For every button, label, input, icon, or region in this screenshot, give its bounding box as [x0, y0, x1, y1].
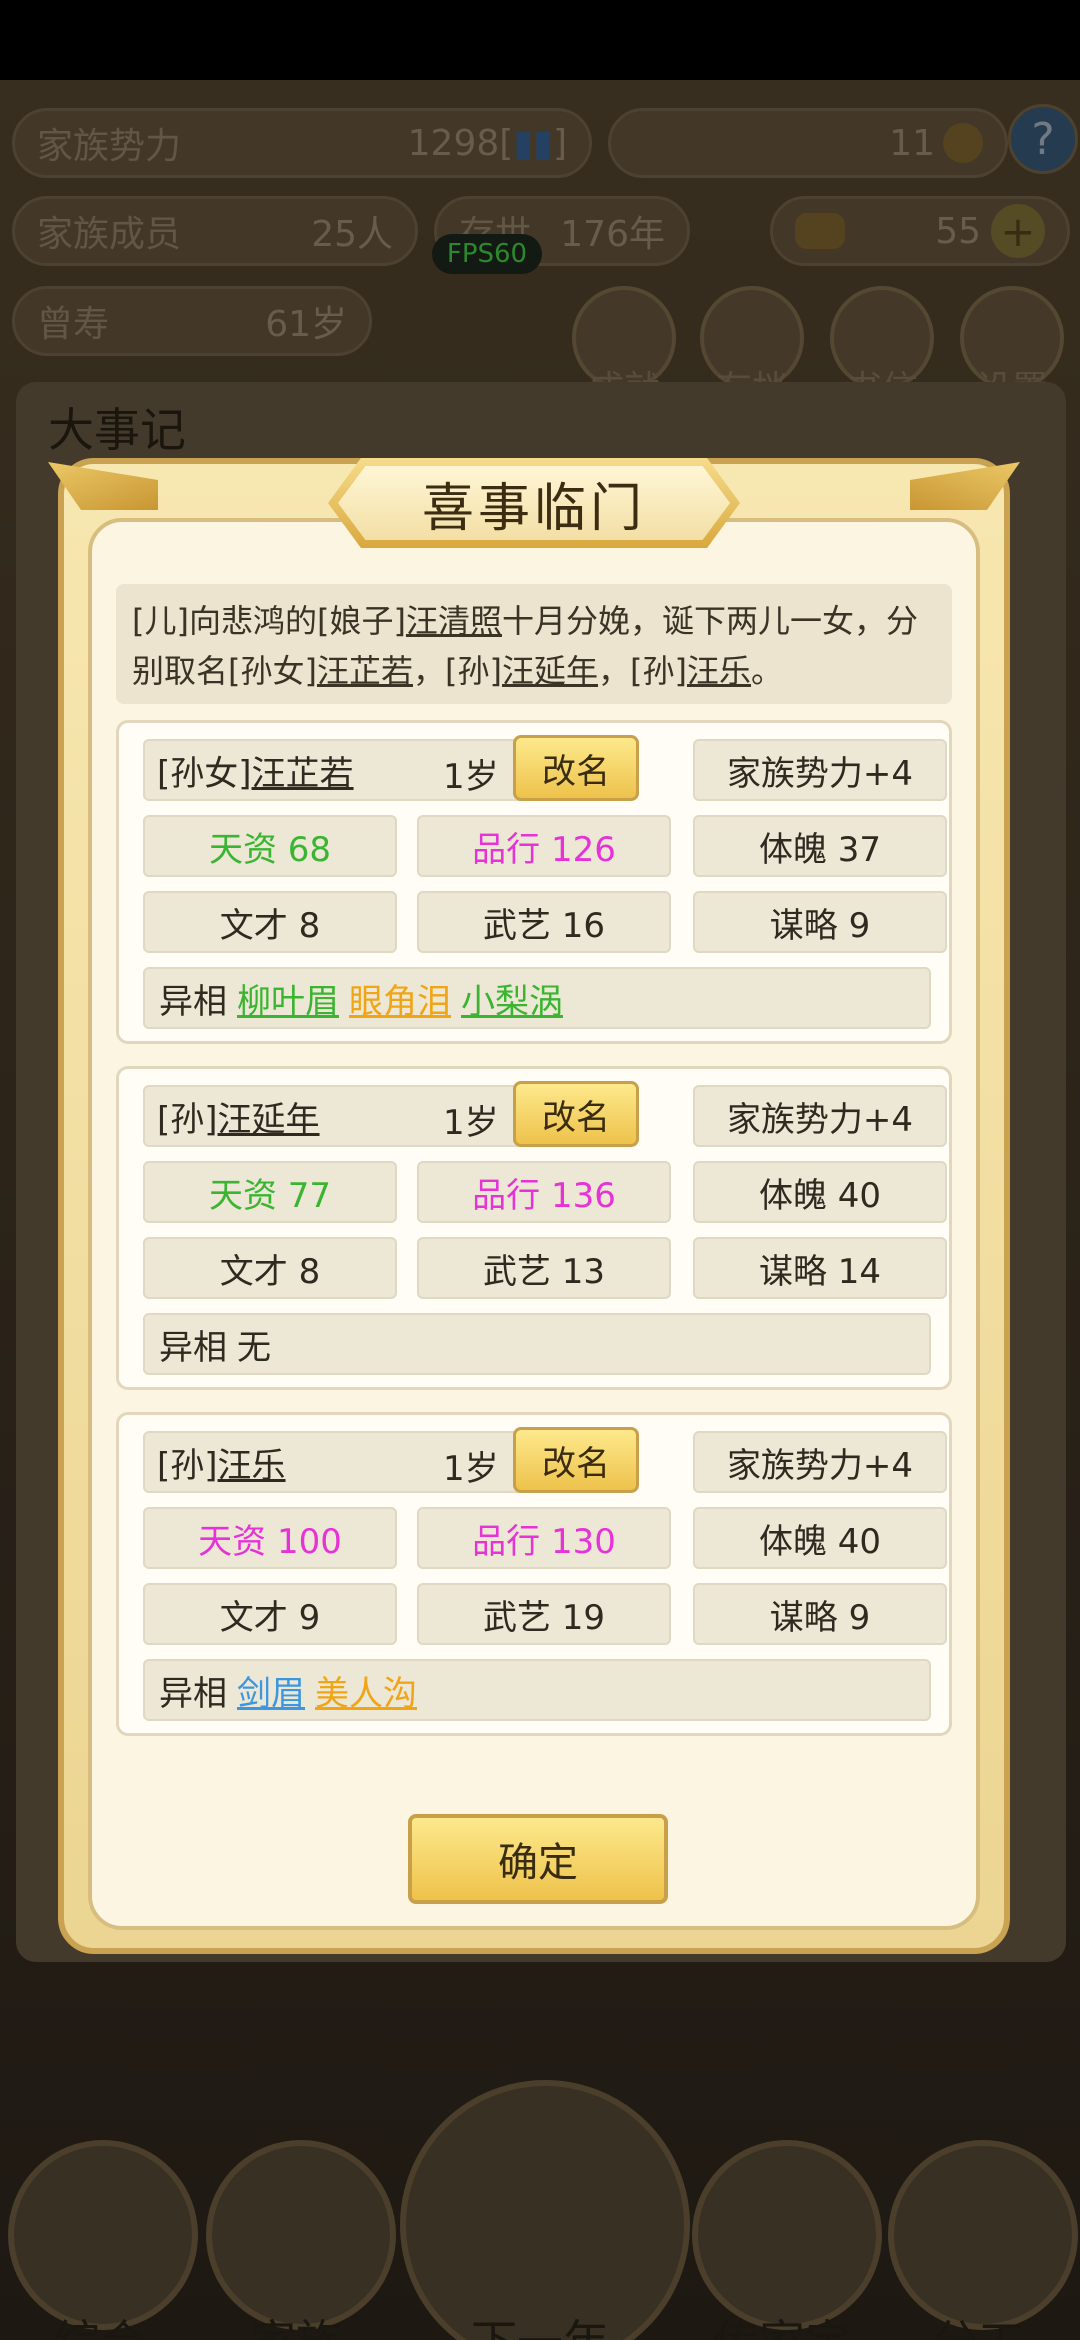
child-card: [孙] 汪延年 1岁 改名 家族势力+4 天资 77 品行 136 体魄 40 文…: [116, 1066, 952, 1390]
confirm-button[interactable]: 确定: [408, 1814, 668, 1904]
trait-link[interactable]: 柳叶眉: [237, 974, 339, 1023]
physique-stat: 体魄 40: [693, 1507, 947, 1569]
martial-stat: 武艺 16: [417, 891, 671, 953]
child-name[interactable]: 汪延年: [218, 1092, 320, 1141]
trait-link[interactable]: 美人沟: [315, 1666, 417, 1715]
trait-link[interactable]: 剑眉: [237, 1666, 305, 1715]
traits-row: 异相 无: [143, 1313, 931, 1375]
literary-stat: 文才 8: [143, 891, 397, 953]
trait-link[interactable]: 眼角泪: [349, 974, 451, 1023]
event-description: [儿]向悲鸿的[娘子]汪清照十月分娩，诞下两儿一女，分别取名[孙女]汪芷若，[孙…: [116, 584, 952, 704]
literary-stat: 文才 8: [143, 1237, 397, 1299]
traits-row: 异相 柳叶眉 眼角泪 小梨涡: [143, 967, 931, 1029]
child-card: [孙女] 汪芷若 1岁 改名 家族势力+4 天资 68 品行 126 体魄 37 …: [116, 720, 952, 1044]
morality-stat: 品行 126: [417, 815, 671, 877]
child-age: 1岁: [443, 1103, 499, 1143]
morality-stat: 品行 130: [417, 1507, 671, 1569]
child2-name-link[interactable]: 汪延年: [502, 652, 598, 690]
status-bar: [0, 0, 1080, 80]
child3-name-link[interactable]: 汪乐: [687, 652, 751, 690]
clan-power-bonus: 家族势力+4: [693, 1431, 947, 1493]
talent-stat: 天资 77: [143, 1161, 397, 1223]
clan-power-bonus: 家族势力+4: [693, 739, 947, 801]
literary-stat: 文才 9: [143, 1583, 397, 1645]
mother-name-link[interactable]: 汪清照: [406, 602, 502, 640]
trait-link[interactable]: 小梨涡: [461, 974, 563, 1023]
physique-stat: 体魄 37: [693, 815, 947, 877]
child-age: 1岁: [443, 757, 499, 797]
rename-button[interactable]: 改名: [513, 1081, 639, 1147]
traits-none: 无: [237, 1327, 271, 1368]
strategy-stat: 谋略 14: [693, 1237, 947, 1299]
child1-name-link[interactable]: 汪芷若: [317, 652, 413, 690]
martial-stat: 武艺 13: [417, 1237, 671, 1299]
strategy-stat: 谋略 9: [693, 1583, 947, 1645]
clan-power-bonus: 家族势力+4: [693, 1085, 947, 1147]
traits-row: 异相 剑眉 美人沟: [143, 1659, 931, 1721]
talent-stat: 天资 68: [143, 815, 397, 877]
dialog-title-plate: 喜事临门: [328, 458, 740, 548]
celebration-dialog: 喜事临门 [儿]向悲鸿的[娘子]汪清照十月分娩，诞下两儿一女，分别取名[孙女]汪…: [48, 458, 1020, 1954]
martial-stat: 武艺 19: [417, 1583, 671, 1645]
morality-stat: 品行 136: [417, 1161, 671, 1223]
physique-stat: 体魄 40: [693, 1161, 947, 1223]
child-name[interactable]: 汪乐: [218, 1438, 286, 1487]
dialog-title: 喜事临门: [421, 478, 646, 539]
talent-stat: 天资 100: [143, 1507, 397, 1569]
strategy-stat: 谋略 9: [693, 891, 947, 953]
rename-button[interactable]: 改名: [513, 1427, 639, 1493]
rename-button[interactable]: 改名: [513, 735, 639, 801]
child-name[interactable]: 汪芷若: [252, 746, 354, 795]
child-card: [孙] 汪乐 1岁 改名 家族势力+4 天资 100 品行 130 体魄 40 文…: [116, 1412, 952, 1736]
child-age: 1岁: [443, 1449, 499, 1489]
